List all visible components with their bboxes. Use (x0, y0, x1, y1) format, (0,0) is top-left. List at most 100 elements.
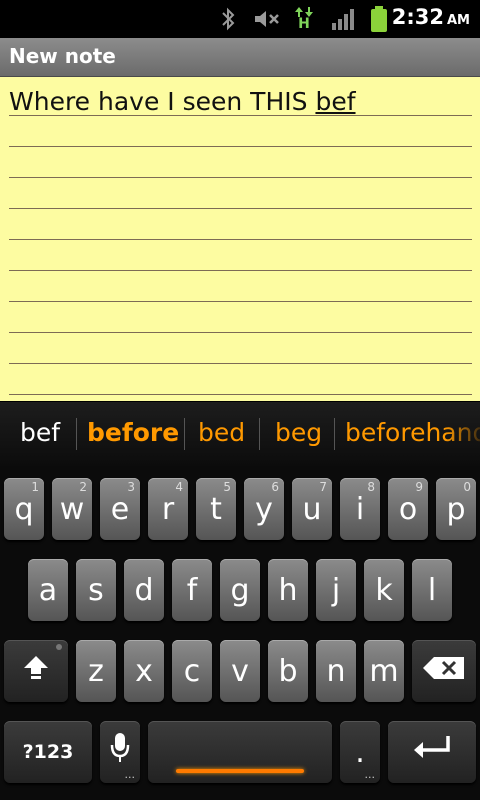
key-label: x (135, 653, 153, 689)
key-hint: 7 (319, 480, 327, 494)
key-g[interactable]: g (220, 559, 260, 621)
space-key-indicator (176, 769, 304, 773)
enter-key[interactable] (388, 721, 476, 783)
key-label: b (278, 653, 298, 689)
soft-keyboard: ?123 ... . ... q1w2e3r4t5y6u7i8o9p0asdfg… (0, 466, 480, 800)
key-hint: 1 (31, 480, 39, 494)
key-label: w (59, 491, 85, 527)
composing-word: bef (315, 87, 356, 116)
period-key-hint: ... (364, 768, 376, 781)
key-a[interactable]: a (28, 559, 68, 621)
key-label: g (230, 572, 250, 608)
key-j[interactable]: j (316, 559, 356, 621)
suggestion-primary[interactable]: before (87, 418, 179, 447)
key-hint: 8 (367, 480, 375, 494)
key-label: p (446, 491, 466, 527)
symbols-key[interactable]: ?123 (4, 721, 92, 783)
note-text-body: Where have I seen THIS (9, 87, 316, 116)
key-c[interactable]: c (172, 640, 212, 702)
shift-icon (22, 653, 50, 689)
key-hint: 6 (271, 480, 279, 494)
key-s[interactable]: s (76, 559, 116, 621)
backspace-icon (422, 654, 466, 689)
key-label: s (88, 572, 104, 608)
shift-key[interactable] (4, 640, 68, 702)
suggestion-divider (334, 418, 335, 450)
key-i[interactable]: i8 (340, 478, 380, 540)
suggestion-item[interactable]: beg (275, 418, 322, 447)
key-p[interactable]: p0 (436, 478, 476, 540)
key-h[interactable]: h (268, 559, 308, 621)
key-t[interactable]: t5 (196, 478, 236, 540)
period-key[interactable]: . ... (340, 721, 380, 783)
voice-input-key[interactable]: ... (100, 721, 140, 783)
key-label: q (14, 491, 34, 527)
key-label: t (210, 491, 222, 527)
key-y[interactable]: y6 (244, 478, 284, 540)
key-label: c (183, 653, 201, 689)
key-n[interactable]: n (316, 640, 356, 702)
suggestion-divider (184, 418, 185, 450)
status-bar: H 2:32 AM (0, 0, 480, 38)
key-label: a (38, 572, 58, 608)
key-hint: 2 (79, 480, 87, 494)
note-ruled-lines (9, 77, 472, 401)
suggestion-item[interactable]: beforehand (345, 418, 480, 447)
key-label: d (134, 572, 154, 608)
key-v[interactable]: v (220, 640, 260, 702)
key-u[interactable]: u7 (292, 478, 332, 540)
signal-icon (330, 6, 356, 32)
key-r[interactable]: r4 (148, 478, 188, 540)
suggestion-divider (259, 418, 260, 450)
suggestion-divider (76, 418, 77, 450)
suggestion-item[interactable]: bed (198, 418, 245, 447)
key-hint: 0 (463, 480, 471, 494)
key-hint: 9 (415, 480, 423, 494)
battery-icon (368, 6, 390, 32)
title-bar: New note (0, 38, 480, 77)
key-w[interactable]: w2 (52, 478, 92, 540)
key-b[interactable]: b (268, 640, 308, 702)
key-o[interactable]: o9 (388, 478, 428, 540)
delete-key[interactable] (412, 640, 476, 702)
key-label: r (161, 491, 175, 527)
symbols-key-label: ?123 (22, 741, 74, 763)
key-l[interactable]: l (412, 559, 452, 621)
key-x[interactable]: x (124, 640, 164, 702)
key-label: n (326, 653, 346, 689)
key-label: h (278, 572, 298, 608)
microphone-icon (109, 731, 131, 773)
key-label: k (375, 572, 393, 608)
key-label: u (302, 491, 322, 527)
key-z[interactable]: z (76, 640, 116, 702)
key-label: e (110, 491, 130, 527)
key-m[interactable]: m (364, 640, 404, 702)
key-label: i (355, 491, 365, 527)
period-key-label: . (355, 734, 365, 770)
key-q[interactable]: q1 (4, 478, 44, 540)
note-editor[interactable]: Where have I seen THIS bef (0, 77, 480, 401)
suggestion-strip: bef before bed beg beforehand (0, 402, 480, 466)
enter-icon (410, 733, 454, 771)
key-label: v (231, 653, 249, 689)
key-hint: 4 (175, 480, 183, 494)
space-key[interactable] (148, 721, 332, 783)
key-label: z (88, 653, 104, 689)
mute-icon (252, 6, 282, 32)
mic-key-hint: ... (124, 768, 136, 781)
key-label: o (398, 491, 418, 527)
key-f[interactable]: f (172, 559, 212, 621)
page-title: New note (9, 44, 116, 68)
key-hint: 3 (127, 480, 135, 494)
suggestion-typed[interactable]: bef (20, 418, 60, 447)
note-text[interactable]: Where have I seen THIS bef (9, 87, 356, 116)
bluetooth-icon (218, 6, 238, 32)
key-e[interactable]: e3 (100, 478, 140, 540)
key-label: f (186, 572, 198, 608)
key-label: j (331, 572, 341, 608)
key-d[interactable]: d (124, 559, 164, 621)
key-hint: 5 (223, 480, 231, 494)
key-label: m (369, 653, 399, 689)
clock-ampm: AM (447, 13, 470, 28)
key-k[interactable]: k (364, 559, 404, 621)
